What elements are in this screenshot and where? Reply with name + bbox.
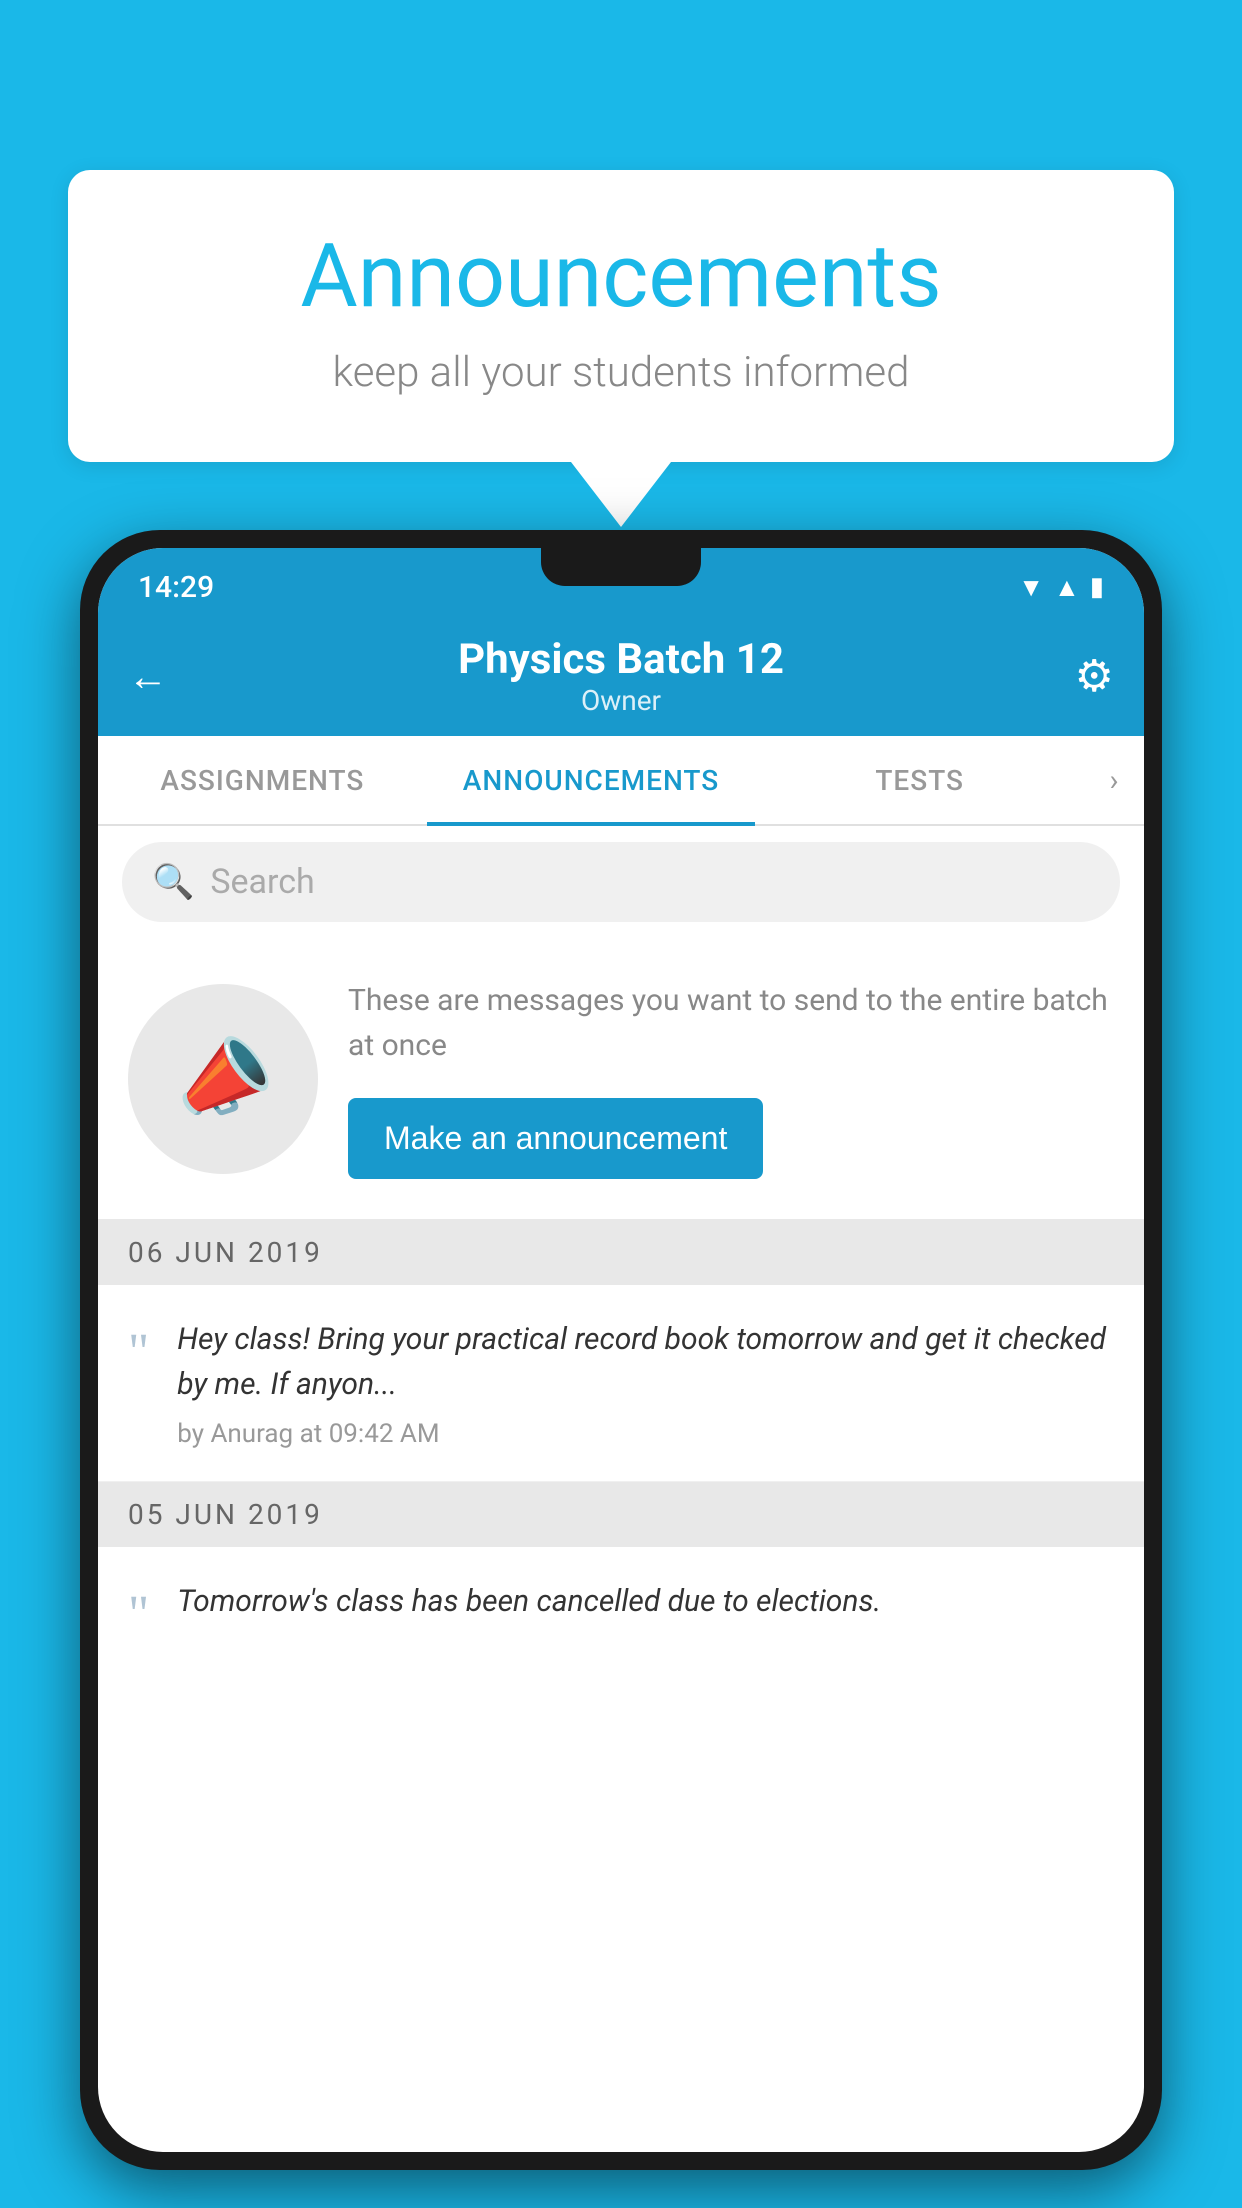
tab-tests[interactable]: TESTS	[755, 736, 1084, 824]
app-bar-subtitle: Owner	[188, 684, 1054, 717]
announcement-content-2: Tomorrow's class has been cancelled due …	[177, 1579, 1114, 1636]
date-divider-2: 05 JUN 2019	[98, 1482, 1144, 1547]
speech-bubble: Announcements keep all your students inf…	[68, 170, 1174, 462]
announcement-item-1[interactable]: " Hey class! Bring your practical record…	[98, 1285, 1144, 1482]
tab-more[interactable]: ›	[1084, 736, 1144, 824]
speech-bubble-container: Announcements keep all your students inf…	[68, 170, 1174, 527]
make-announcement-button[interactable]: Make an announcement	[348, 1098, 763, 1179]
megaphone-icon: 📣	[163, 1020, 284, 1137]
app-bar: ← Physics Batch 12 Owner ⚙	[98, 616, 1144, 736]
speech-bubble-title: Announcements	[128, 225, 1114, 328]
content-area: 🔍 Search 📣 These are messages you want t…	[98, 826, 1144, 1673]
speech-bubble-arrow	[571, 462, 671, 527]
phone-container: 14:29 ▼ ▲ ▮ ← Physics Batch 12 Owner ⚙	[80, 530, 1162, 2208]
signal-icon: ▲	[1054, 572, 1080, 603]
promo-card: 📣 These are messages you want to send to…	[98, 938, 1144, 1220]
phone-notch	[541, 548, 701, 586]
announcement-text-1: Hey class! Bring your practical record b…	[177, 1317, 1114, 1407]
quote-icon-1: "	[128, 1327, 149, 1379]
promo-description: These are messages you want to send to t…	[348, 978, 1114, 1068]
app-bar-title-container: Physics Batch 12 Owner	[188, 635, 1054, 717]
quote-icon-2: "	[128, 1589, 149, 1641]
phone-frame: 14:29 ▼ ▲ ▮ ← Physics Batch 12 Owner ⚙	[80, 530, 1162, 2170]
search-bar[interactable]: 🔍 Search	[122, 842, 1120, 922]
battery-icon: ▮	[1090, 572, 1104, 602]
phone-screen: 14:29 ▼ ▲ ▮ ← Physics Batch 12 Owner ⚙	[98, 548, 1144, 2152]
wifi-icon: ▼	[1018, 572, 1044, 603]
app-bar-title: Physics Batch 12	[188, 635, 1054, 684]
tabs-container: ASSIGNMENTS ANNOUNCEMENTS TESTS ›	[98, 736, 1144, 826]
tab-announcements[interactable]: ANNOUNCEMENTS	[427, 736, 756, 824]
date-divider-1: 06 JUN 2019	[98, 1220, 1144, 1285]
search-container: 🔍 Search	[98, 826, 1144, 938]
status-time: 14:29	[138, 570, 214, 605]
settings-button[interactable]: ⚙	[1054, 650, 1114, 702]
announcement-meta-1: by Anurag at 09:42 AM	[177, 1419, 1114, 1449]
announcement-text-2: Tomorrow's class has been cancelled due …	[177, 1579, 1114, 1624]
speech-bubble-subtitle: keep all your students informed	[128, 348, 1114, 397]
search-placeholder: Search	[210, 862, 314, 902]
promo-content: These are messages you want to send to t…	[348, 978, 1114, 1179]
status-icons: ▼ ▲ ▮	[1018, 572, 1104, 603]
back-button[interactable]: ←	[128, 653, 188, 700]
announcement-content-1: Hey class! Bring your practical record b…	[177, 1317, 1114, 1449]
search-icon: 🔍	[152, 862, 194, 902]
announcement-item-2[interactable]: " Tomorrow's class has been cancelled du…	[98, 1547, 1144, 1673]
tab-assignments[interactable]: ASSIGNMENTS	[98, 736, 427, 824]
announcement-icon-circle: 📣	[128, 984, 318, 1174]
